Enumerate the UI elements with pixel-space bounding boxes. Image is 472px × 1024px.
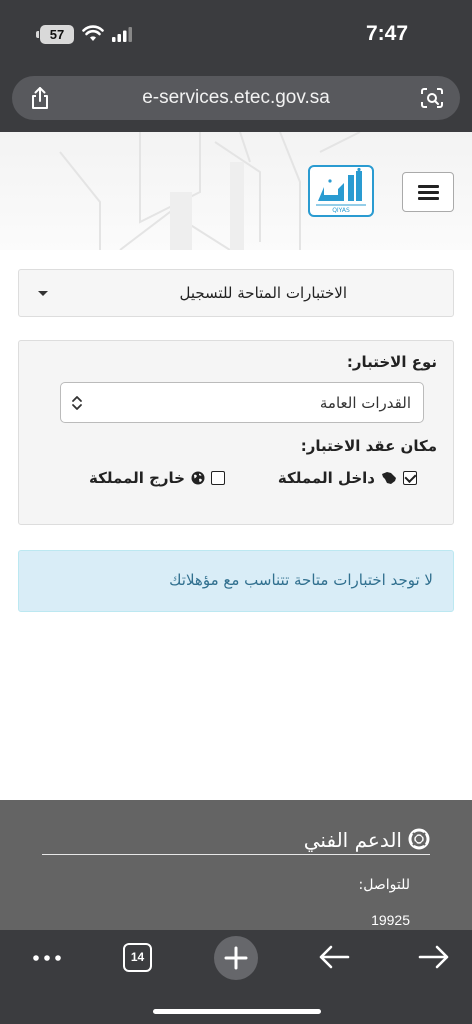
option-outside-kingdom[interactable]: خارج المملكة <box>89 469 225 487</box>
hamburger-icon <box>418 185 439 188</box>
support-phone[interactable]: 19925 <box>371 912 410 928</box>
test-location-label: مكان عقد الاختبار: <box>300 437 437 455</box>
test-type-label: نوع الاختبار: <box>346 353 437 371</box>
address-bar[interactable]: e-services.etec.gov.sa <box>12 76 460 120</box>
checkbox-inside-kingdom[interactable] <box>403 471 417 485</box>
option-inside-kingdom[interactable]: داخل المملكة <box>278 469 417 487</box>
wifi-icon <box>82 25 104 41</box>
cellular-signal-icon <box>112 27 132 42</box>
caret-down-icon <box>38 291 48 296</box>
select-arrows-icon <box>72 396 82 410</box>
alert-message: لا توجد اختبارات متاحة تتناسب مع مؤهلاتك <box>169 571 433 589</box>
available-tests-dropdown[interactable]: الاختبارات المتاحة للتسجيل <box>18 269 454 317</box>
site-footer: الدعم الفني للتواصل: 19925 <box>0 800 472 930</box>
test-type-select[interactable]: القدرات العامة <box>60 382 424 423</box>
site-header: QIYAS <box>0 132 472 250</box>
new-tab-button[interactable] <box>214 936 258 980</box>
lifering-icon <box>408 828 430 850</box>
outside-kingdom-label: خارج المملكة <box>89 469 185 487</box>
support-title: الدعم الفني <box>303 828 402 852</box>
qiyas-logo-mark: QIYAS <box>316 167 366 214</box>
no-tests-alert: لا توجد اختبارات متاحة تتناسب مع مؤهلاتك <box>18 550 454 612</box>
hamburger-icon-bar <box>418 197 439 200</box>
battery-icon: 57 <box>36 25 74 44</box>
back-arrow-icon[interactable] <box>318 944 350 970</box>
camera-search-icon[interactable] <box>420 87 444 109</box>
hamburger-icon-bar <box>418 191 439 194</box>
menu-button[interactable] <box>402 172 454 212</box>
more-icon[interactable] <box>32 954 62 962</box>
home-indicator[interactable] <box>153 1009 321 1014</box>
qiyas-logo[interactable]: QIYAS <box>308 165 374 217</box>
forward-arrow-icon[interactable] <box>418 944 450 970</box>
filter-panel: نوع الاختبار: القدرات العامة مكان عقد ال… <box>18 340 454 525</box>
plus-icon <box>224 946 248 970</box>
inside-kingdom-label: داخل المملكة <box>277 469 375 487</box>
svg-text:QIYAS: QIYAS <box>332 207 350 214</box>
available-tests-label: الاختبارات المتاحة للتسجيل <box>179 284 347 302</box>
url-text[interactable]: e-services.etec.gov.sa <box>12 87 460 109</box>
status-bar: 57 7:47 <box>0 0 472 72</box>
globe-icon <box>191 471 205 485</box>
test-type-value: القدرات العامة <box>319 394 411 412</box>
contact-label: للتواصل: <box>358 877 410 893</box>
clock: 7:47 <box>365 22 408 45</box>
checkbox-outside-kingdom[interactable] <box>211 471 225 485</box>
tab-switcher-button[interactable]: 14 <box>123 943 152 972</box>
saudi-map-icon <box>382 472 396 484</box>
footer-divider <box>42 854 430 855</box>
browser-toolbar-top: e-services.etec.gov.sa <box>0 72 472 132</box>
